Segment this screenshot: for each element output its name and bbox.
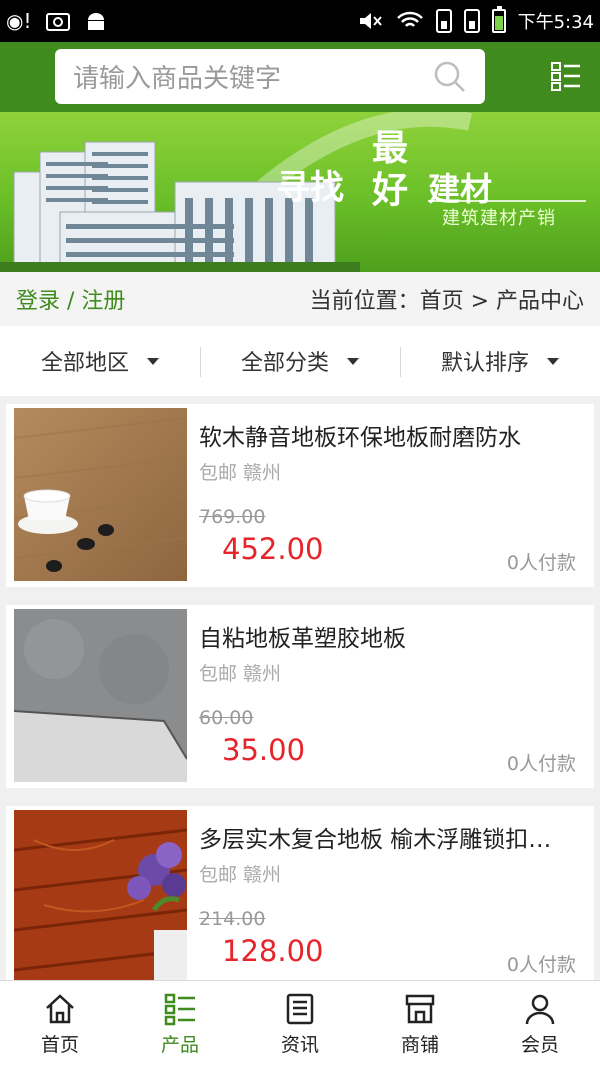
product-shipping: 包邮 赣州 [199, 663, 282, 685]
product-list-icon [164, 993, 195, 1025]
search-input[interactable]: 请输入商品关键字 [55, 49, 485, 104]
product-name: 多层实木复合地板 榆木浮雕锁扣… [199, 827, 552, 853]
nav-products[interactable]: 产品 [120, 981, 240, 1067]
member-icon [525, 994, 555, 1024]
filter-sort[interactable]: 默认排序 [400, 345, 600, 377]
nav-shop-label: 商铺 [400, 1033, 439, 1056]
sim1-icon [435, 9, 452, 33]
app-header: 请输入商品关键字 [0, 42, 600, 112]
current-location: 当前位置：首页 > 产品中心 [309, 289, 584, 314]
nav-home[interactable]: 首页 [0, 981, 120, 1067]
nav-news-label: 资讯 [280, 1033, 319, 1056]
home-icon [46, 993, 74, 1023]
status-right-icons: 下午5:34 [358, 6, 594, 34]
product-list: 软木静音地板环保地板耐磨防水 包邮 赣州 769.00 452.00 0人付款 … [6, 404, 594, 980]
product-image-cork-floor [14, 408, 187, 581]
nav-member[interactable]: 会员 [480, 981, 600, 1067]
nav-news[interactable]: 资讯 [240, 981, 360, 1067]
product-original-price: 214.00 [199, 908, 266, 930]
promo-banner[interactable]: 寻找 最好 建材 建筑建材产销 [0, 112, 600, 272]
cd-icon: ◉! [6, 9, 32, 33]
breadcrumb: 登录 / 注册 当前位置：首页 > 产品中心 [0, 272, 600, 326]
nav-home-label: 首页 [40, 1033, 79, 1056]
filter-category-label: 全部分类 [240, 351, 329, 376]
login-register-link[interactable]: 登录 / 注册 [16, 283, 125, 315]
product-paid-count: 0人付款 [506, 552, 576, 574]
android-icon [88, 13, 105, 30]
status-time: 下午5:34 [517, 12, 594, 33]
product-name: 软木静音地板环保地板耐磨防水 [199, 425, 521, 451]
status-bar: ◉! 下午5:34 [0, 0, 600, 42]
banner-text-find: 寻找 [276, 168, 344, 208]
nav-products-label: 产品 [160, 1033, 199, 1056]
search-placeholder: 请输入商品关键字 [73, 64, 282, 94]
filter-region-label: 全部地区 [40, 351, 129, 376]
product-original-price: 769.00 [199, 506, 266, 528]
product-shipping: 包邮 赣州 [199, 462, 282, 484]
product-shipping: 包邮 赣州 [199, 864, 282, 886]
filter-bar: 全部地区 全部分类 默认排序 [0, 326, 600, 396]
product-card[interactable]: 自粘地板革塑胶地板 包邮 赣州 60.00 35.00 0人付款 [6, 605, 594, 788]
product-image-wood-floor [14, 810, 187, 980]
banner-subtitle: 建筑建材产销 [442, 208, 556, 229]
banner-divider [428, 200, 586, 202]
sim2-icon [463, 9, 480, 33]
product-card[interactable]: 软木静音地板环保地板耐磨防水 包邮 赣州 769.00 452.00 0人付款 [6, 404, 594, 587]
filter-region[interactable]: 全部地区 [0, 345, 200, 377]
filter-category[interactable]: 全部分类 [200, 345, 400, 377]
banner-text-best: 最好 [371, 128, 408, 211]
product-price: 452.00 [222, 532, 324, 566]
mute-icon [359, 13, 382, 29]
chevron-down-icon [547, 357, 559, 365]
category-menu-icon[interactable] [550, 60, 582, 92]
product-original-price: 60.00 [199, 707, 254, 729]
product-name: 自粘地板革塑胶地板 [199, 626, 406, 652]
product-price: 128.00 [222, 934, 324, 968]
nav-shop[interactable]: 商铺 [360, 981, 480, 1067]
shop-icon [405, 994, 435, 1023]
bottom-nav: 首页 产品 资讯 商铺 会员 [0, 980, 600, 1067]
screenshot-icon [46, 13, 71, 31]
product-card[interactable]: 多层实木复合地板 榆木浮雕锁扣… 包邮 赣州 214.00 128.00 0人付… [6, 806, 594, 980]
battery-icon [491, 6, 506, 33]
chevron-down-icon [147, 357, 159, 365]
product-paid-count: 0人付款 [506, 954, 576, 976]
chevron-down-icon [347, 357, 359, 365]
product-image-vinyl-floor [14, 609, 187, 782]
product-paid-count: 0人付款 [506, 753, 576, 775]
search-icon[interactable] [433, 60, 467, 94]
filter-sort-label: 默认排序 [440, 351, 529, 376]
status-left-icons: ◉! [6, 10, 107, 32]
nav-member-label: 会员 [520, 1033, 559, 1056]
wifi-icon [396, 11, 423, 27]
news-icon [286, 993, 314, 1024]
product-price: 35.00 [222, 733, 306, 767]
